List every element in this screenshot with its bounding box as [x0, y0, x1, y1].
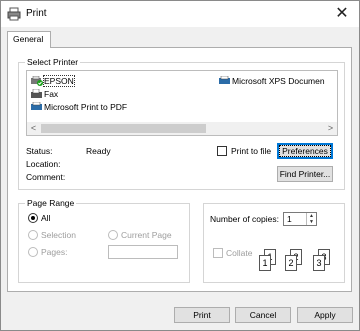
- status-label: Status:: [26, 146, 53, 156]
- status-value: Ready: [86, 146, 111, 156]
- select-printer-legend: Select Printer: [25, 57, 81, 67]
- scroll-right-arrow-icon[interactable]: >: [324, 122, 337, 135]
- scroll-left-arrow-icon[interactable]: <: [27, 122, 40, 135]
- collate-page: 2: [285, 255, 297, 271]
- printer-list-scrollbar[interactable]: < >: [27, 122, 337, 135]
- cancel-button[interactable]: Cancel: [235, 307, 291, 323]
- tab-general[interactable]: General: [7, 31, 51, 48]
- printer-item-epson[interactable]: EPSON: [30, 75, 75, 87]
- preferences-button[interactable]: Preferences: [277, 143, 333, 159]
- find-printer-button[interactable]: Find Printer...: [277, 166, 333, 182]
- title-bar: Print ✕: [1, 1, 359, 27]
- print-to-file-label: Print to file: [231, 146, 272, 156]
- collate-page: 3: [313, 255, 325, 271]
- spin-down-icon[interactable]: ▼: [307, 219, 316, 225]
- printer-item-fax[interactable]: Fax: [30, 88, 58, 100]
- printer-icon: [219, 76, 230, 84]
- printer-item-microsoft-xps-document[interactable]: Microsoft XPS Documen: [218, 75, 325, 87]
- print-to-file-checkbox[interactable]: [217, 146, 227, 156]
- preferences-label: Preferences: [279, 145, 331, 157]
- apply-button[interactable]: Apply: [297, 307, 353, 323]
- printer-name: Microsoft Print to PDF: [44, 102, 128, 112]
- page-range-pages-radio[interactable]: [28, 247, 38, 257]
- page-range-legend: Page Range: [25, 198, 77, 208]
- close-button[interactable]: ✕: [331, 3, 353, 25]
- fax-icon: [31, 89, 42, 98]
- scroll-thumb[interactable]: [41, 124, 206, 133]
- collate-page: 1: [259, 255, 271, 271]
- print-dialog: Print ✕ General Select Printer EPSON Fax…: [0, 0, 360, 331]
- location-label: Location:: [26, 159, 61, 169]
- page-range-selection-label: Selection: [41, 230, 76, 240]
- page-range-selection-radio[interactable]: [28, 230, 38, 240]
- printer-icon: [31, 102, 42, 110]
- comment-label: Comment:: [26, 172, 66, 182]
- printer-list[interactable]: EPSON Fax Microsoft Print to PDF Microso…: [26, 70, 338, 136]
- collate-checkbox[interactable]: [213, 248, 223, 258]
- print-button[interactable]: Print: [174, 307, 230, 323]
- page-range-all-label: All: [41, 213, 51, 223]
- window-title: Print: [26, 8, 47, 19]
- page-range-current-page-radio[interactable]: [108, 230, 118, 240]
- number-of-copies-label: Number of copies:: [210, 214, 279, 224]
- page-range-current-page-label: Current Page: [121, 230, 172, 240]
- printer-name: Fax: [44, 89, 59, 99]
- page-range-pages-label: Pages:: [41, 247, 68, 257]
- collate-label: Collate: [226, 248, 253, 258]
- printer-name: Microsoft XPS Documen: [232, 76, 325, 86]
- page-range-all-radio[interactable]: [28, 213, 38, 223]
- printer-default-icon: [31, 76, 43, 86]
- printer-icon: [7, 7, 21, 21]
- collate-illustration: 1 1 2 2 3 3: [259, 249, 339, 279]
- printer-name: EPSON: [43, 75, 75, 87]
- pages-input[interactable]: [108, 245, 178, 259]
- printer-item-microsoft-print-to-pdf[interactable]: Microsoft Print to PDF: [30, 101, 127, 113]
- copies-spinner[interactable]: ▲ ▼: [306, 213, 316, 225]
